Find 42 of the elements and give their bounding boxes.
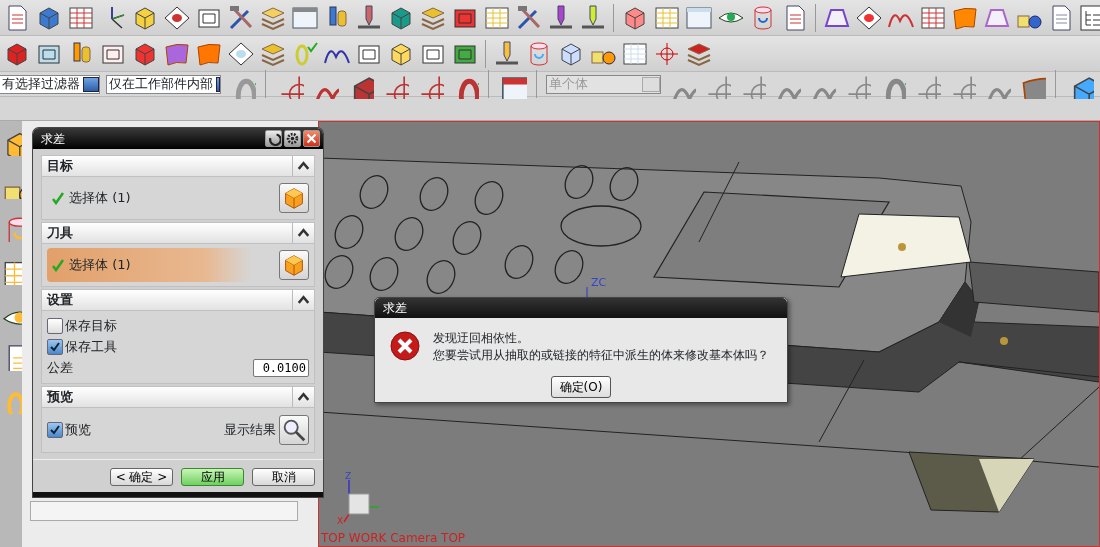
section-title: 设置 bbox=[47, 291, 74, 310]
checkbox[interactable] bbox=[47, 338, 63, 355]
close-button[interactable] bbox=[303, 130, 320, 147]
axis-label: ZC bbox=[591, 276, 607, 289]
checkbox[interactable] bbox=[47, 422, 63, 438]
section-title: 目标 bbox=[47, 157, 74, 176]
error-message: 您要尝试用从抽取的或链接的特征中派生的体来修改基本体吗？ bbox=[433, 347, 769, 364]
dialog-button[interactable]: < 确定 > bbox=[110, 468, 173, 486]
check-icon bbox=[51, 191, 65, 205]
axis-triad-icon bbox=[343, 479, 380, 523]
horizontal-scrollbar[interactable] bbox=[30, 501, 298, 521]
checkbox[interactable] bbox=[47, 317, 63, 334]
error-message: 发现迂回相依性。 bbox=[433, 330, 530, 347]
dialog-button[interactable]: 取消 bbox=[252, 468, 315, 486]
show-result-label: 显示结果 bbox=[224, 421, 276, 440]
dialog-title: 求差 bbox=[41, 130, 66, 148]
selection-row[interactable]: 选择体 (1) bbox=[47, 248, 309, 282]
view-label: TOP WORK Camera TOP bbox=[321, 531, 466, 545]
scope-filter-dropdown[interactable]: 仅在工作部件内部 bbox=[106, 74, 221, 94]
dialog-button[interactable]: 应用 bbox=[181, 468, 244, 486]
selection-label: 选择体 (1) bbox=[69, 189, 132, 208]
tolerance-label: 公差 bbox=[47, 359, 73, 378]
selection-filter-dropdown[interactable]: 有选择过滤器 bbox=[0, 74, 100, 94]
tolerance-field[interactable]: 0.0100 bbox=[253, 359, 309, 377]
select-body-button[interactable] bbox=[279, 183, 309, 213]
section-title: 预览 bbox=[47, 388, 74, 407]
reset-button[interactable] bbox=[265, 130, 282, 147]
section-title: 刀具 bbox=[47, 224, 74, 243]
checkbox-label: 保存目标 bbox=[65, 316, 117, 335]
settings-button[interactable] bbox=[284, 130, 301, 147]
ok-button[interactable]: 确定(O) bbox=[551, 376, 611, 398]
check-icon bbox=[51, 258, 65, 272]
error-icon bbox=[389, 330, 421, 362]
error-dialog-title: 求差 bbox=[375, 298, 787, 318]
axis-letter: Z bbox=[345, 471, 352, 481]
axis-letter: X bbox=[337, 516, 344, 526]
select-body-button[interactable] bbox=[279, 250, 309, 280]
tree-icon[interactable] bbox=[1078, 3, 1100, 32]
selection-label: 选择体 (1) bbox=[69, 256, 132, 275]
checkbox-label: 保存工具 bbox=[65, 337, 117, 356]
checkbox-label: 预览 bbox=[65, 421, 91, 440]
search-button[interactable] bbox=[279, 415, 309, 445]
